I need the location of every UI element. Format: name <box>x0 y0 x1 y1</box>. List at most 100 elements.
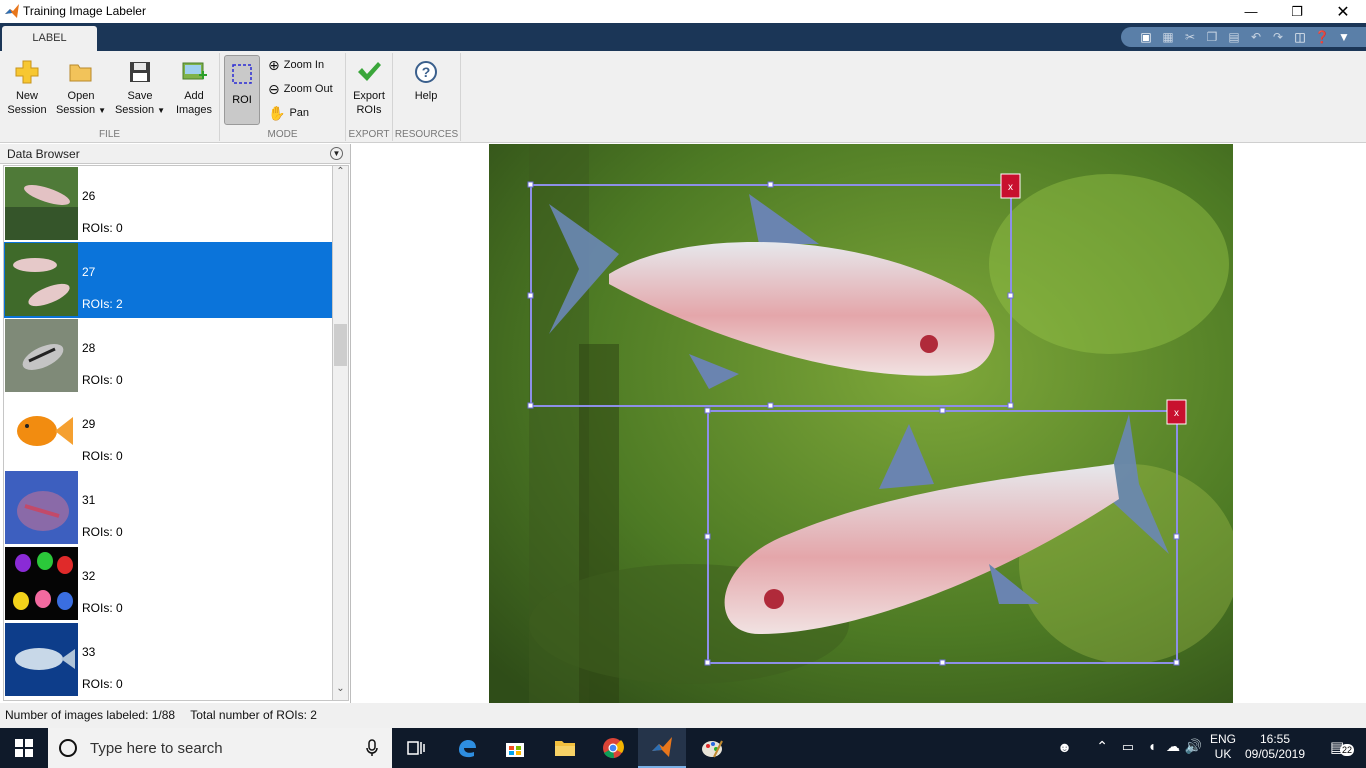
window-title: Training Image Labeler <box>23 4 146 18</box>
help-label: Help <box>414 90 438 102</box>
item-number: 28 <box>82 341 96 355</box>
wifi-icon[interactable]: ◖ <box>1148 738 1156 754</box>
zoom-in-label: Zoom In <box>283 59 325 71</box>
new-session-label-1: New <box>15 90 38 102</box>
checkmark-icon <box>358 62 381 81</box>
thumbnail-image <box>5 471 78 544</box>
item-number: 32 <box>82 569 96 583</box>
dropdown-arrow-icon[interactable]: ▼ <box>157 106 165 115</box>
item-number: 26 <box>82 189 96 203</box>
close-button[interactable]: ✕ <box>1320 0 1366 23</box>
start-button[interactable] <box>0 728 48 768</box>
cut-icon[interactable]: ✂ <box>1181 28 1199 46</box>
zoom-in-icon: ⊕ <box>268 56 280 73</box>
thumbnail-image <box>5 547 78 620</box>
item-number: 27 <box>82 265 96 279</box>
layout-icon[interactable]: ◫ <box>1291 28 1309 46</box>
dropdown-arrow-icon[interactable]: ▼ <box>98 106 106 115</box>
add-images-label-1: Add <box>184 90 204 102</box>
new-session-quick-icon[interactable]: ▣ <box>1137 28 1155 46</box>
windows-logo-icon <box>15 739 33 757</box>
ribbon-tab-bar: LABEL ▣ ▦ ✂ ❐ ▤ ↶ ↷ ◫ ❓ ▼ <box>0 23 1366 51</box>
list-item[interactable]: 26 ROIs: 0 <box>4 166 332 242</box>
thumbnail-image <box>5 395 78 468</box>
roi-label: ROI <box>232 94 252 106</box>
save-session-label-1: Save <box>127 90 153 102</box>
thumbnail-image <box>5 167 78 240</box>
open-session-label-2: Session <box>55 104 96 116</box>
help-button[interactable]: ? Help <box>405 55 447 103</box>
open-session-label-1: Open <box>67 90 95 102</box>
new-session-label-2: Session <box>7 104 47 116</box>
collapse-toolstrip-icon[interactable]: ▼ <box>1335 28 1353 46</box>
list-item[interactable]: 31 ROIs: 0 <box>4 470 332 546</box>
onedrive-cloud-icon[interactable]: ☁ <box>1166 738 1180 755</box>
export-rois-label-1: Export <box>353 90 385 102</box>
item-number: 31 <box>82 493 96 507</box>
pan-button[interactable]: ✋ Pan <box>268 103 309 123</box>
matlab-taskbar-icon[interactable] <box>638 728 686 768</box>
zoom-out-icon: ⊖ <box>268 80 280 97</box>
add-images-button[interactable]: Add Images <box>172 55 216 117</box>
microphone-icon[interactable] <box>366 739 378 757</box>
taskbar-search-box[interactable]: Type here to search <box>48 728 392 768</box>
minimize-button[interactable]: — <box>1228 0 1274 23</box>
folder-icon <box>69 64 92 82</box>
undo-icon[interactable]: ↶ <box>1247 28 1265 46</box>
show-hidden-icons-icon[interactable]: ⌃ <box>1096 738 1108 755</box>
tab-label[interactable]: LABEL <box>2 26 97 51</box>
clock-time: 16:55 <box>1259 732 1291 746</box>
cortana-circle-icon <box>59 739 77 757</box>
roi-mode-button[interactable]: ROI <box>224 55 260 125</box>
list-item[interactable]: 29 ROIs: 0 <box>4 394 332 470</box>
scroll-down-icon[interactable]: ⌄ <box>333 683 348 700</box>
paste-icon[interactable]: ▤ <box>1225 28 1243 46</box>
labeled-image[interactable]: x x <box>489 144 1233 703</box>
item-number: 29 <box>82 417 96 431</box>
new-session-button[interactable]: New Session <box>4 55 50 117</box>
list-item-selected[interactable]: 27 ROIs: 2 <box>4 242 332 318</box>
paint-icon[interactable] <box>688 728 736 768</box>
copy-icon[interactable]: ❐ <box>1203 28 1221 46</box>
region-code: UK <box>1214 747 1232 761</box>
item-roi-count: ROIs: 0 <box>82 373 123 387</box>
help-quick-icon[interactable]: ❓ <box>1313 28 1331 46</box>
open-session-button[interactable]: Open Session ▼ <box>54 55 108 118</box>
panel-menu-icon[interactable]: ▼ <box>330 147 343 160</box>
clock-date: 09/05/2019 <box>1244 747 1306 761</box>
item-roi-count: ROIs: 0 <box>82 601 123 615</box>
image-list[interactable]: 26 ROIs: 0 27 ROIs: 2 28 ROIs: 0 29 ROIs… <box>3 165 332 701</box>
redo-icon[interactable]: ↷ <box>1269 28 1287 46</box>
language-indicator[interactable]: ENG UK <box>1208 732 1238 762</box>
restore-button[interactable]: ❐ <box>1274 0 1320 23</box>
quick-access-toolbar: ▣ ▦ ✂ ❐ ▤ ↶ ↷ ◫ ❓ ▼ <box>1121 27 1366 47</box>
scroll-up-icon[interactable]: ⌃ <box>333 166 348 183</box>
save-session-button[interactable]: Save Session ▼ <box>112 55 168 118</box>
image-canvas[interactable]: x x <box>352 144 1366 703</box>
store-icon[interactable] <box>491 728 539 768</box>
zoom-out-button[interactable]: ⊖ Zoom Out <box>268 79 333 99</box>
save-quick-icon[interactable]: ▦ <box>1159 28 1177 46</box>
minimize-icon: — <box>1244 4 1258 19</box>
zoom-in-button[interactable]: ⊕ Zoom In <box>268 55 324 75</box>
task-view-icon[interactable] <box>392 728 440 768</box>
pan-hand-icon: ✋ <box>268 104 286 121</box>
clock[interactable]: 16:55 09/05/2019 <box>1240 732 1310 762</box>
volume-icon[interactable]: 🔊 <box>1185 738 1202 755</box>
action-center-button[interactable]: ▤ 22 <box>1330 738 1355 758</box>
scrollbar-thumb[interactable] <box>334 324 347 366</box>
chrome-icon[interactable] <box>589 728 637 768</box>
list-scrollbar[interactable]: ⌃ ⌄ <box>332 165 349 701</box>
people-icon[interactable]: ☻ <box>1057 739 1072 755</box>
roi-rectangle-icon <box>232 64 252 84</box>
list-item[interactable]: 32 ROIs: 0 <box>4 546 332 622</box>
file-explorer-icon[interactable] <box>541 728 589 768</box>
list-item[interactable]: 33 ROIs: 0 <box>4 622 332 698</box>
edge-browser-icon[interactable] <box>443 728 491 768</box>
file-section-label: FILE <box>98 129 121 140</box>
export-section-label: EXPORT <box>348 129 390 140</box>
battery-icon[interactable]: ▭ <box>1122 739 1134 755</box>
delete-roi-x-2: x <box>1174 408 1179 419</box>
list-item[interactable]: 28 ROIs: 0 <box>4 318 332 394</box>
export-rois-button[interactable]: Export ROIs <box>348 55 390 117</box>
